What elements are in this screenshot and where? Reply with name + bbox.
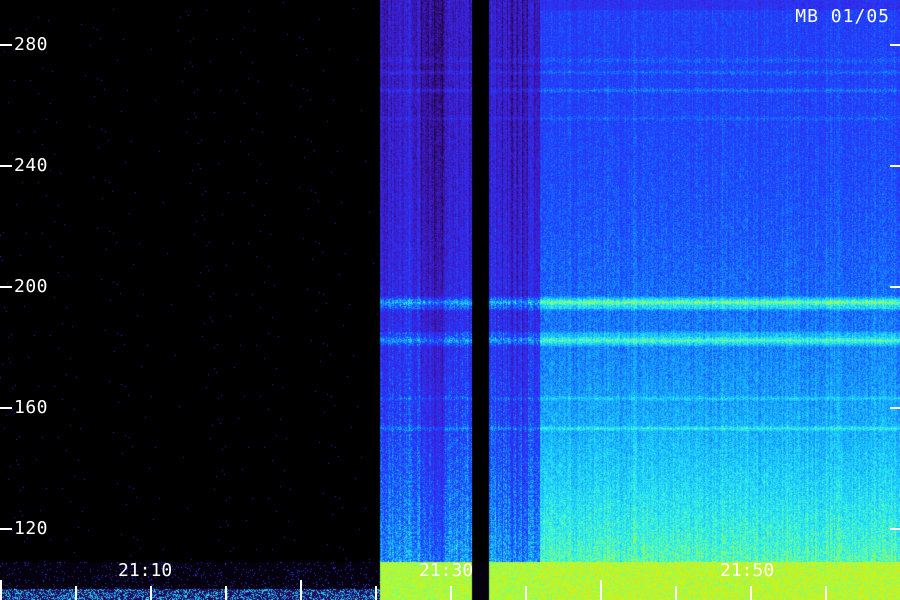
y-tick-mark-left <box>0 286 12 288</box>
y-tick-mark-right <box>890 286 900 288</box>
x-tick-mark <box>375 586 377 600</box>
x-tick-label: 21:50 <box>720 560 775 581</box>
y-tick-mark-left <box>0 407 12 409</box>
x-tick-label: 21:30 <box>419 560 474 581</box>
chart-title: MB 01/05 <box>795 6 890 27</box>
y-tick-mark-right <box>890 44 900 46</box>
x-tick-mark <box>150 586 152 600</box>
x-tick-mark <box>675 586 677 600</box>
y-tick-mark-right <box>890 165 900 167</box>
x-tick-label: 21:10 <box>118 560 173 581</box>
y-tick-mark-right <box>890 528 900 530</box>
y-tick-label: 160 <box>14 397 49 418</box>
x-tick-mark <box>450 586 452 600</box>
y-tick-mark-right <box>890 407 900 409</box>
y-tick-mark-left <box>0 44 12 46</box>
y-tick-mark-left <box>0 165 12 167</box>
y-tick-label: 240 <box>14 155 49 176</box>
x-tick-mark <box>225 586 227 600</box>
x-tick-mark <box>525 586 527 600</box>
x-tick-mark <box>0 580 2 600</box>
x-tick-mark <box>750 586 752 600</box>
y-tick-label: 120 <box>14 518 49 539</box>
x-tick-mark <box>75 586 77 600</box>
x-tick-mark <box>600 580 602 600</box>
y-tick-label: 280 <box>14 34 49 55</box>
y-tick-label: 200 <box>14 276 49 297</box>
x-tick-mark <box>300 580 302 600</box>
spectrogram-heatmap <box>0 0 900 600</box>
x-tick-mark <box>825 586 827 600</box>
y-tick-mark-left <box>0 528 12 530</box>
